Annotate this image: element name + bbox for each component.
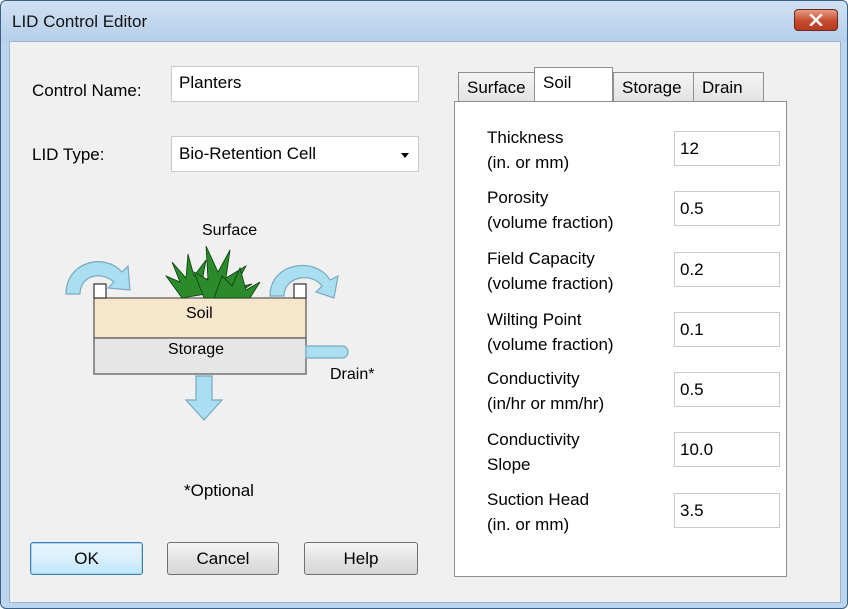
tab-drain[interactable]: Drain	[693, 72, 764, 101]
soil-tab-panel: Thickness (in. or mm) 12 Porosity (volum…	[454, 101, 787, 577]
control-name-input[interactable]: Planters	[171, 66, 419, 102]
title-bar[interactable]: LID Control Editor	[1, 1, 847, 41]
help-button[interactable]: Help	[304, 542, 418, 575]
suction-head-label: Suction Head (in. or mm)	[487, 487, 589, 537]
drain-label: Drain*	[330, 366, 375, 383]
field-capacity-label: Field Capacity (volume fraction)	[487, 246, 614, 296]
param-unit-line: (volume fraction)	[487, 274, 614, 293]
param-label-line: Conductivity	[487, 430, 580, 449]
soil-label: Soil	[186, 305, 213, 322]
lid-type-value: Bio-Retention Cell	[179, 144, 317, 163]
param-label-line: Field Capacity	[487, 249, 595, 268]
porosity-input[interactable]: 0.5	[674, 191, 780, 226]
thickness-input[interactable]: 12	[674, 131, 780, 166]
porosity-label: Porosity (volume fraction)	[487, 185, 614, 235]
thickness-label: Thickness (in. or mm)	[487, 125, 569, 175]
dialog-client-area: Control Name: Planters LID Type: Bio-Ret…	[9, 41, 841, 603]
wilting-point-label: Wilting Point (volume fraction)	[487, 307, 614, 357]
param-unit-line: (in. or mm)	[487, 515, 570, 534]
drain-pipe-icon	[305, 345, 349, 359]
control-name-label: Control Name:	[32, 81, 142, 100]
storage-label: Storage	[168, 341, 225, 358]
window-title: LID Control Editor	[12, 12, 148, 31]
surface-label: Surface	[202, 222, 258, 239]
cancel-button[interactable]: Cancel	[167, 542, 279, 575]
wilting-point-input[interactable]: 0.1	[674, 312, 780, 347]
field-capacity-input[interactable]: 0.2	[674, 252, 780, 287]
chevron-down-icon	[401, 153, 409, 158]
conductivity-input[interactable]: 0.5	[674, 372, 780, 407]
param-unit-line: (volume fraction)	[487, 335, 614, 354]
param-unit-line: (in/hr or mm/hr)	[487, 394, 605, 413]
param-unit-line: Slope	[487, 455, 531, 474]
param-label-line: Conductivity	[487, 369, 580, 388]
tab-storage[interactable]: Storage	[613, 72, 694, 101]
param-unit-line: (volume fraction)	[487, 213, 614, 232]
param-label-line: Suction Head	[487, 490, 590, 509]
close-icon	[809, 14, 823, 26]
conductivity-label: Conductivity (in/hr or mm/hr)	[487, 366, 604, 416]
conductivity-slope-label: Conductivity Slope	[487, 427, 580, 477]
param-label-line: Porosity	[487, 188, 549, 207]
param-label-line: Thickness	[487, 128, 564, 147]
close-button[interactable]	[794, 9, 838, 31]
param-label-line: Wilting Point	[487, 310, 582, 329]
bio-retention-illustration	[65, 245, 349, 421]
conductivity-slope-input[interactable]: 10.0	[674, 432, 780, 467]
suction-head-input[interactable]: 3.5	[674, 493, 780, 528]
param-unit-line: (in. or mm)	[487, 153, 570, 172]
tab-soil[interactable]: Soil	[534, 67, 613, 101]
lid-type-dropdown[interactable]: Bio-Retention Cell	[171, 136, 419, 172]
tab-surface[interactable]: Surface	[458, 72, 535, 101]
ok-button[interactable]: OK	[30, 542, 143, 575]
lid-type-label: LID Type:	[32, 145, 105, 164]
lid-diagram: Surface Soil Storage Drain*	[54, 222, 394, 442]
infiltration-arrow-icon	[184, 375, 224, 421]
plant-icon	[164, 245, 261, 299]
optional-note: *Optional	[184, 481, 254, 500]
dialog-window: LID Control Editor Control Name: Planter…	[0, 0, 848, 609]
